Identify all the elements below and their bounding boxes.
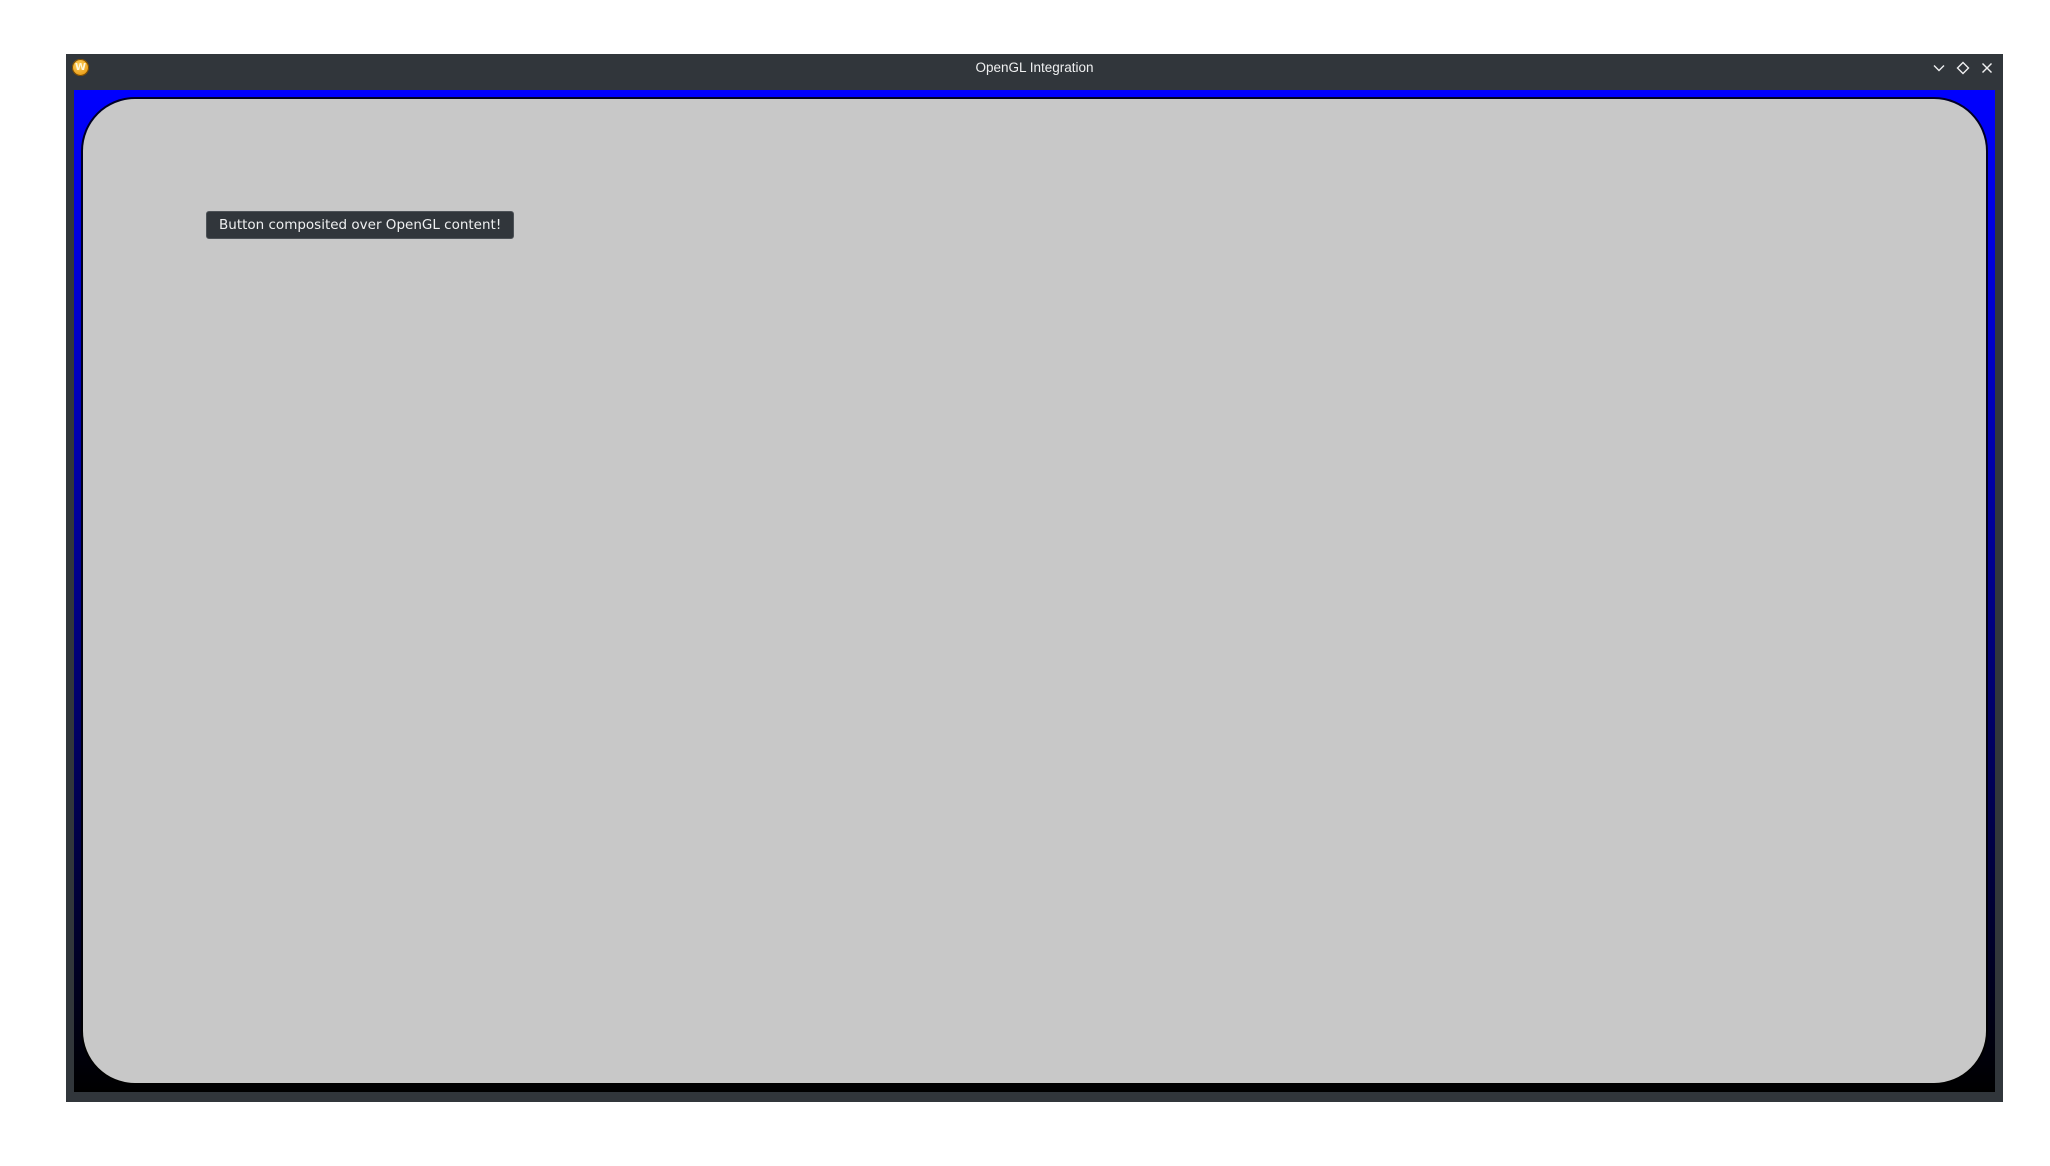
maximize-button[interactable]	[1953, 58, 1973, 78]
maximize-icon	[1956, 61, 1970, 75]
composited-button[interactable]: Button composited over OpenGL content!	[206, 211, 515, 239]
minimize-button[interactable]	[1929, 58, 1949, 78]
title-bar[interactable]: W OpenGL Integration	[66, 54, 2003, 82]
app-window: W OpenGL Integration Button composited o…	[66, 54, 2003, 1102]
minimize-icon	[1933, 65, 1945, 72]
opengl-canvas[interactable]	[74, 90, 1995, 1092]
window-title: OpenGL Integration	[975, 60, 1094, 75]
close-button[interactable]	[1977, 58, 1997, 78]
opengl-rounded-panel	[83, 99, 1986, 1083]
close-icon	[1982, 63, 1992, 73]
window-controls	[1929, 58, 1997, 78]
